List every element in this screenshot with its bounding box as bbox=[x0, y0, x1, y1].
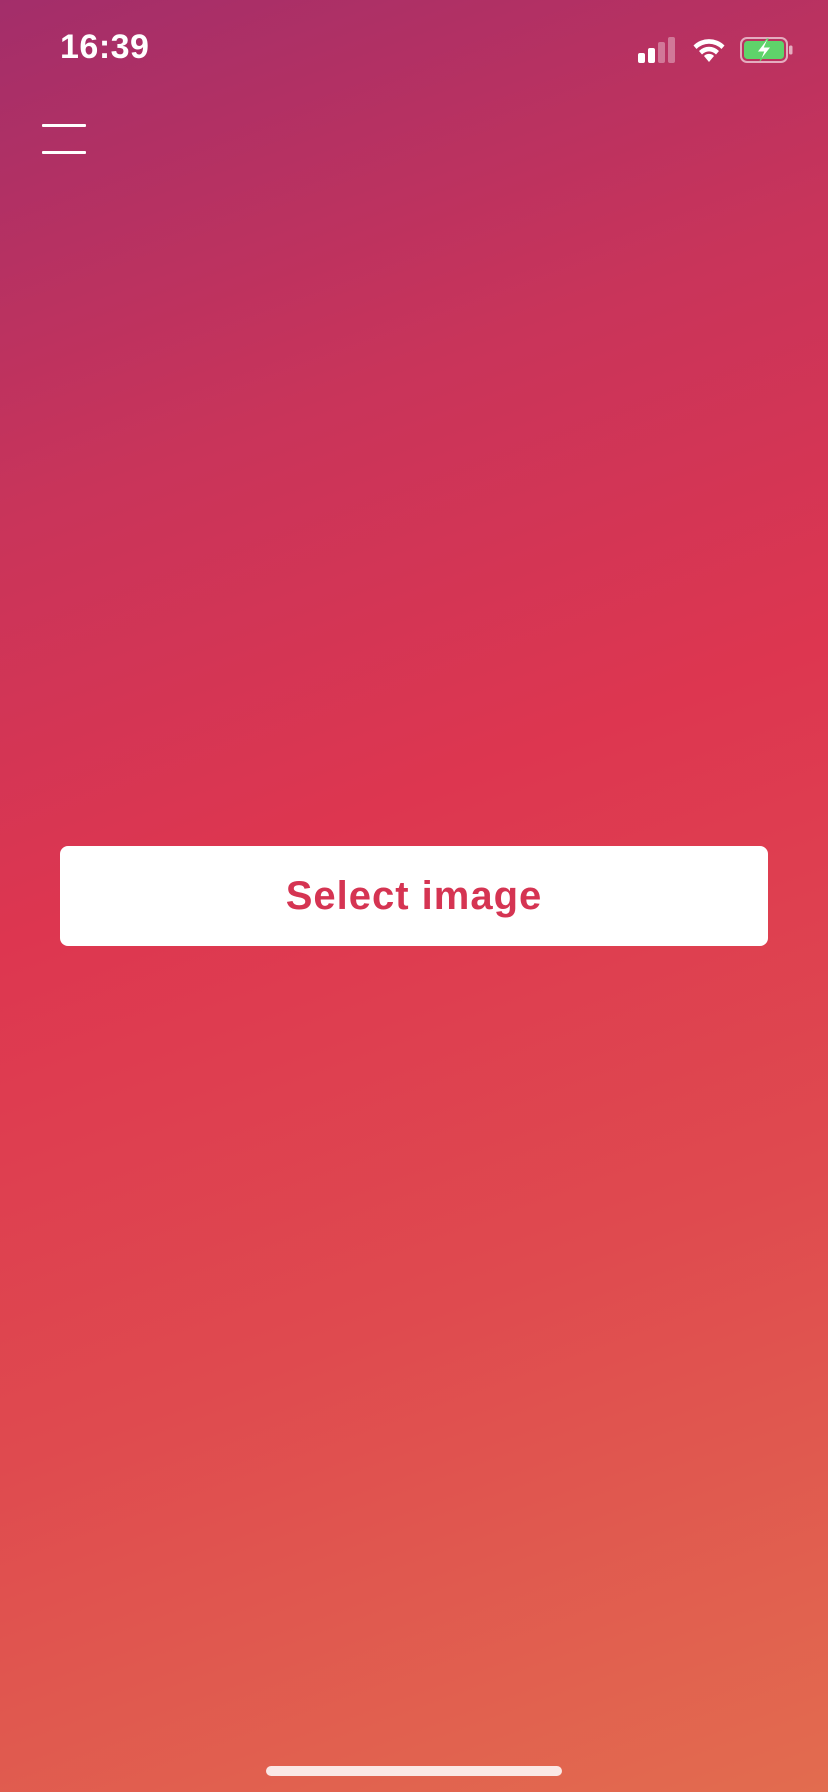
menu-bar-bottom bbox=[42, 151, 86, 154]
menu-bar-top bbox=[42, 124, 86, 127]
wifi-icon bbox=[693, 39, 725, 62]
battery-charging-icon bbox=[740, 37, 793, 63]
select-image-label: Select image bbox=[285, 873, 543, 918]
status-bar: 16:39 bbox=[0, 0, 828, 100]
status-time: 16:39 bbox=[60, 28, 150, 66]
status-icons bbox=[638, 34, 794, 66]
home-indicator bbox=[266, 1766, 562, 1776]
signal-icon bbox=[638, 37, 675, 63]
hamburger-menu-icon[interactable] bbox=[42, 124, 90, 154]
select-image-button[interactable]: Select image bbox=[60, 846, 768, 946]
